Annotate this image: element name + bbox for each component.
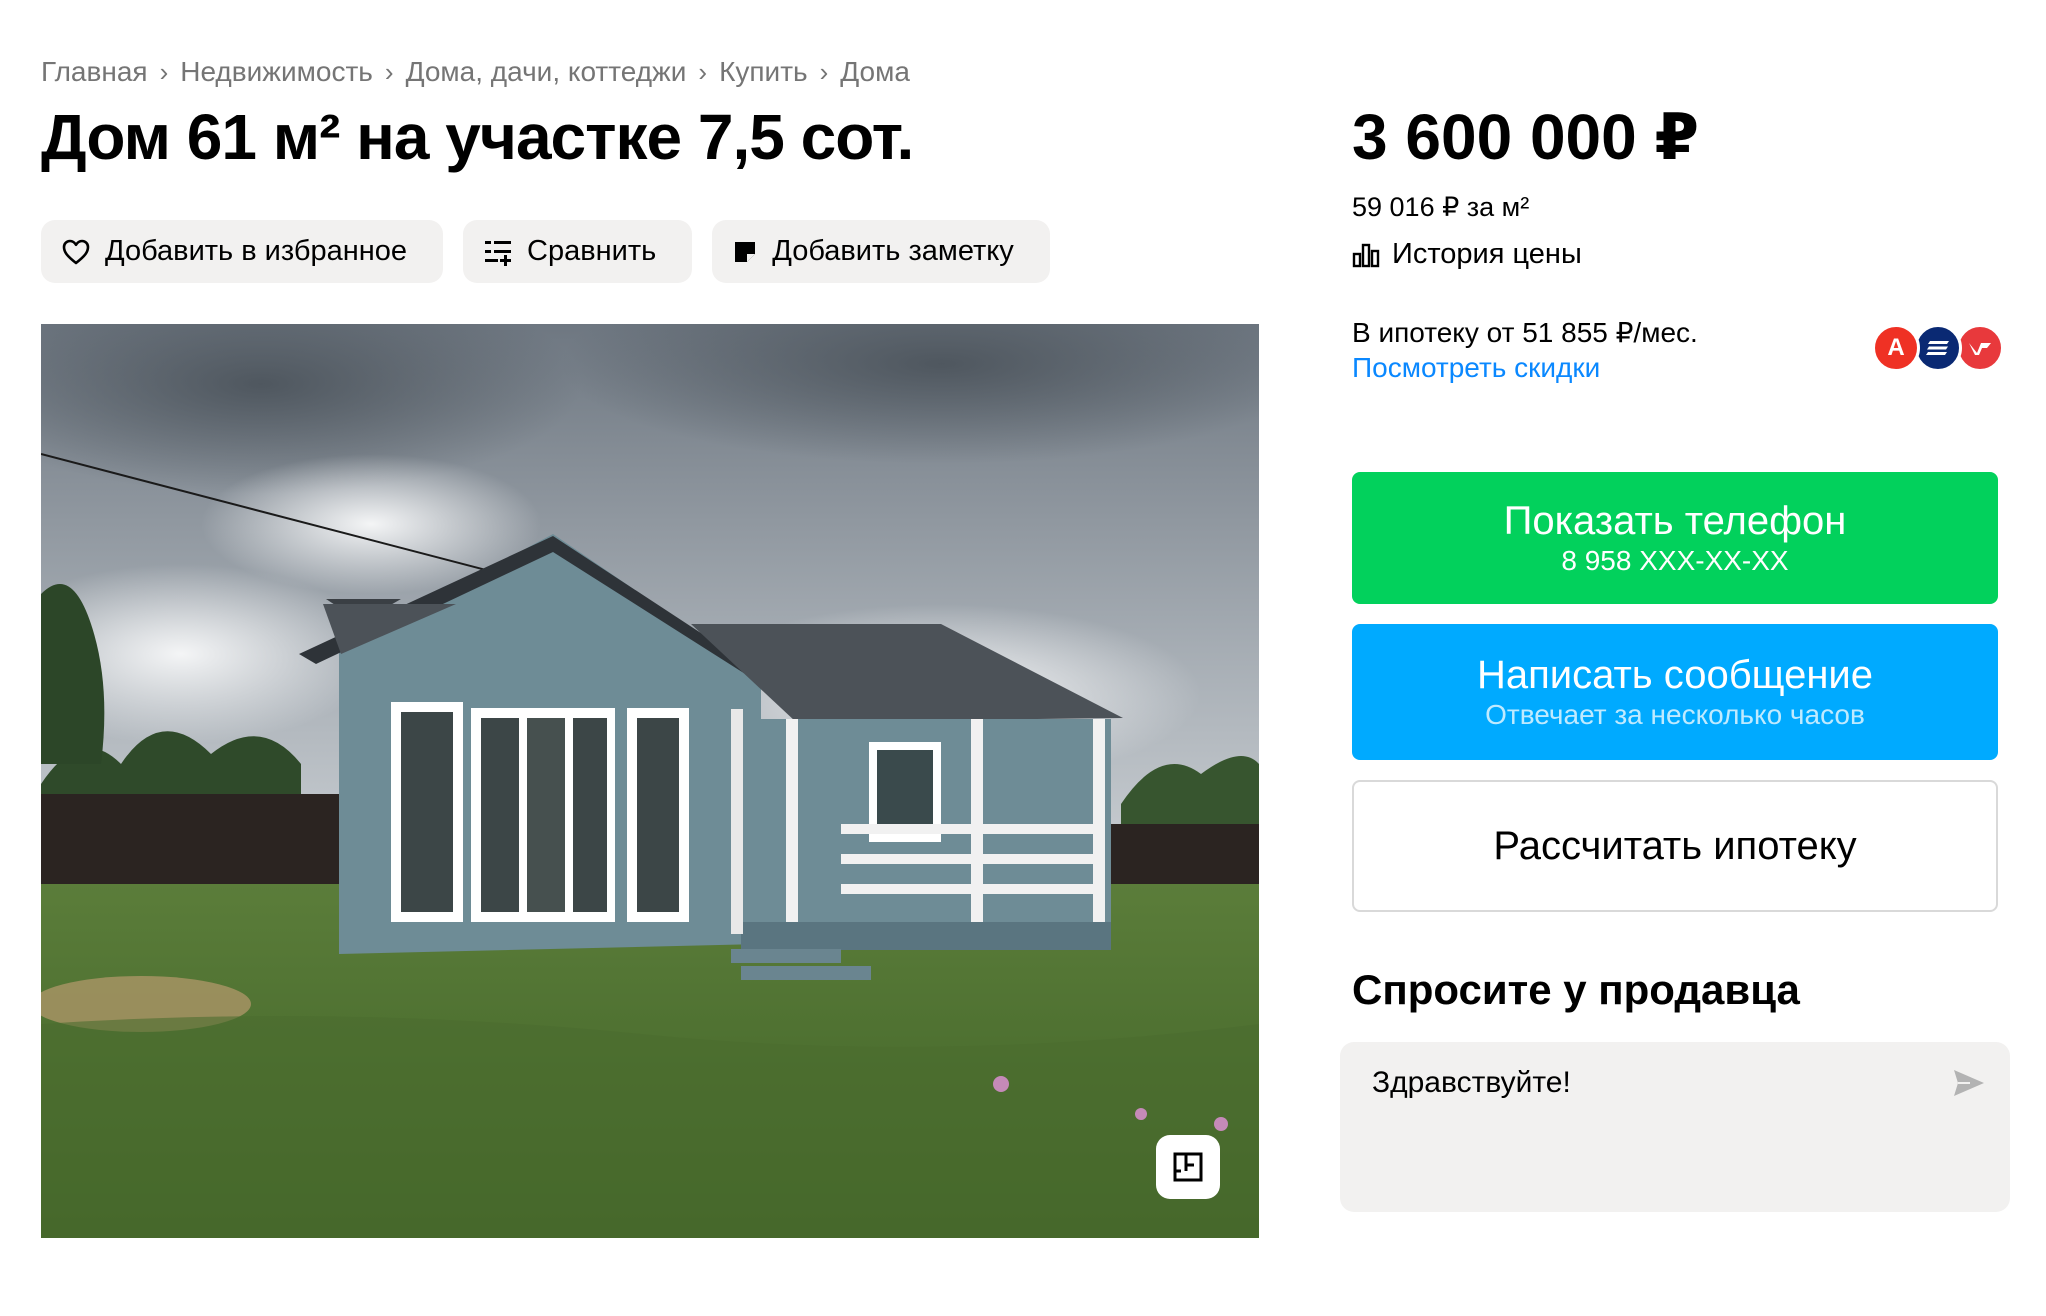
view-discounts-link[interactable]: Посмотреть скидки [1352,352,1600,384]
price-total: 3 600 000 ₽ [1352,101,1700,173]
bank-logos: А [1872,324,2004,372]
floor-plan-icon [1173,1152,1203,1182]
add-to-favorites-label: Добавить в избранное [105,235,408,267]
house-photo-image [41,324,1259,1238]
compare-icon [485,240,512,266]
note-icon [735,241,756,262]
compare-label: Сравнить [527,235,657,267]
breadcrumb-houses[interactable]: Дома [840,56,910,88]
seller-message-field[interactable]: Здравствуйте! [1340,1042,2010,1212]
heart-icon [62,239,90,264]
breadcrumb-realty[interactable]: Недвижимость [180,56,373,88]
breadcrumb-home[interactable]: Главная [41,56,148,88]
add-note-button[interactable]: Добавить заметку [712,220,1050,283]
psb-icon [1956,324,2004,372]
breadcrumb-houses-dachas[interactable]: Дома, дачи, коттеджи [406,56,687,88]
phone-number-masked: 8 958 XXX-XX-XX [1561,545,1789,576]
seller-message-value: Здравствуйте! [1372,1066,1571,1099]
chevron-right-icon: › [819,56,829,87]
price-history-link[interactable]: История цены [1352,238,1582,271]
bar-chart-icon [1352,243,1380,267]
vtb-icon [1914,324,1962,372]
chevron-right-icon: › [698,56,708,87]
ask-seller-title: Спросите у продавца [1352,966,1800,1013]
price-per-m2: 59 016 ₽ за м² [1352,192,1530,222]
show-phone-button[interactable]: Показать телефон 8 958 XXX-XX-XX [1352,472,1998,604]
write-message-label: Написать сообщение [1476,653,1873,697]
send-icon[interactable] [1952,1068,1986,1103]
chevron-right-icon: › [159,56,169,87]
breadcrumb: Главная › Недвижимость › Дома, дачи, кот… [41,56,910,88]
mortgage-offer-text: В ипотеку от 51 855 ₽/мес. [1352,317,1698,348]
write-message-button[interactable]: Написать сообщение Отвечает за несколько… [1352,624,1998,760]
page-title: Дом 61 м² на участке 7,5 сот. [41,101,914,173]
listing-photo[interactable] [41,324,1259,1238]
breadcrumb-buy[interactable]: Купить [719,56,808,88]
listing-actions: Добавить в избранное Сравнить Добавить з… [41,220,1050,283]
compare-button[interactable]: Сравнить [463,220,693,283]
response-time-text: Отвечает за несколько часов [1485,699,1865,730]
alfa-bank-icon: А [1872,324,1920,372]
show-phone-label: Показать телефон [1503,499,1847,543]
price-history-label: История цены [1392,238,1582,270]
chevron-right-icon: › [384,56,394,87]
calculate-mortgage-label: Рассчитать ипотеку [1493,824,1857,868]
add-to-favorites-button[interactable]: Добавить в избранное [41,220,444,283]
add-note-label: Добавить заметку [772,235,1014,267]
floor-plan-button[interactable] [1156,1135,1220,1199]
calculate-mortgage-button[interactable]: Рассчитать ипотеку [1352,780,1998,912]
